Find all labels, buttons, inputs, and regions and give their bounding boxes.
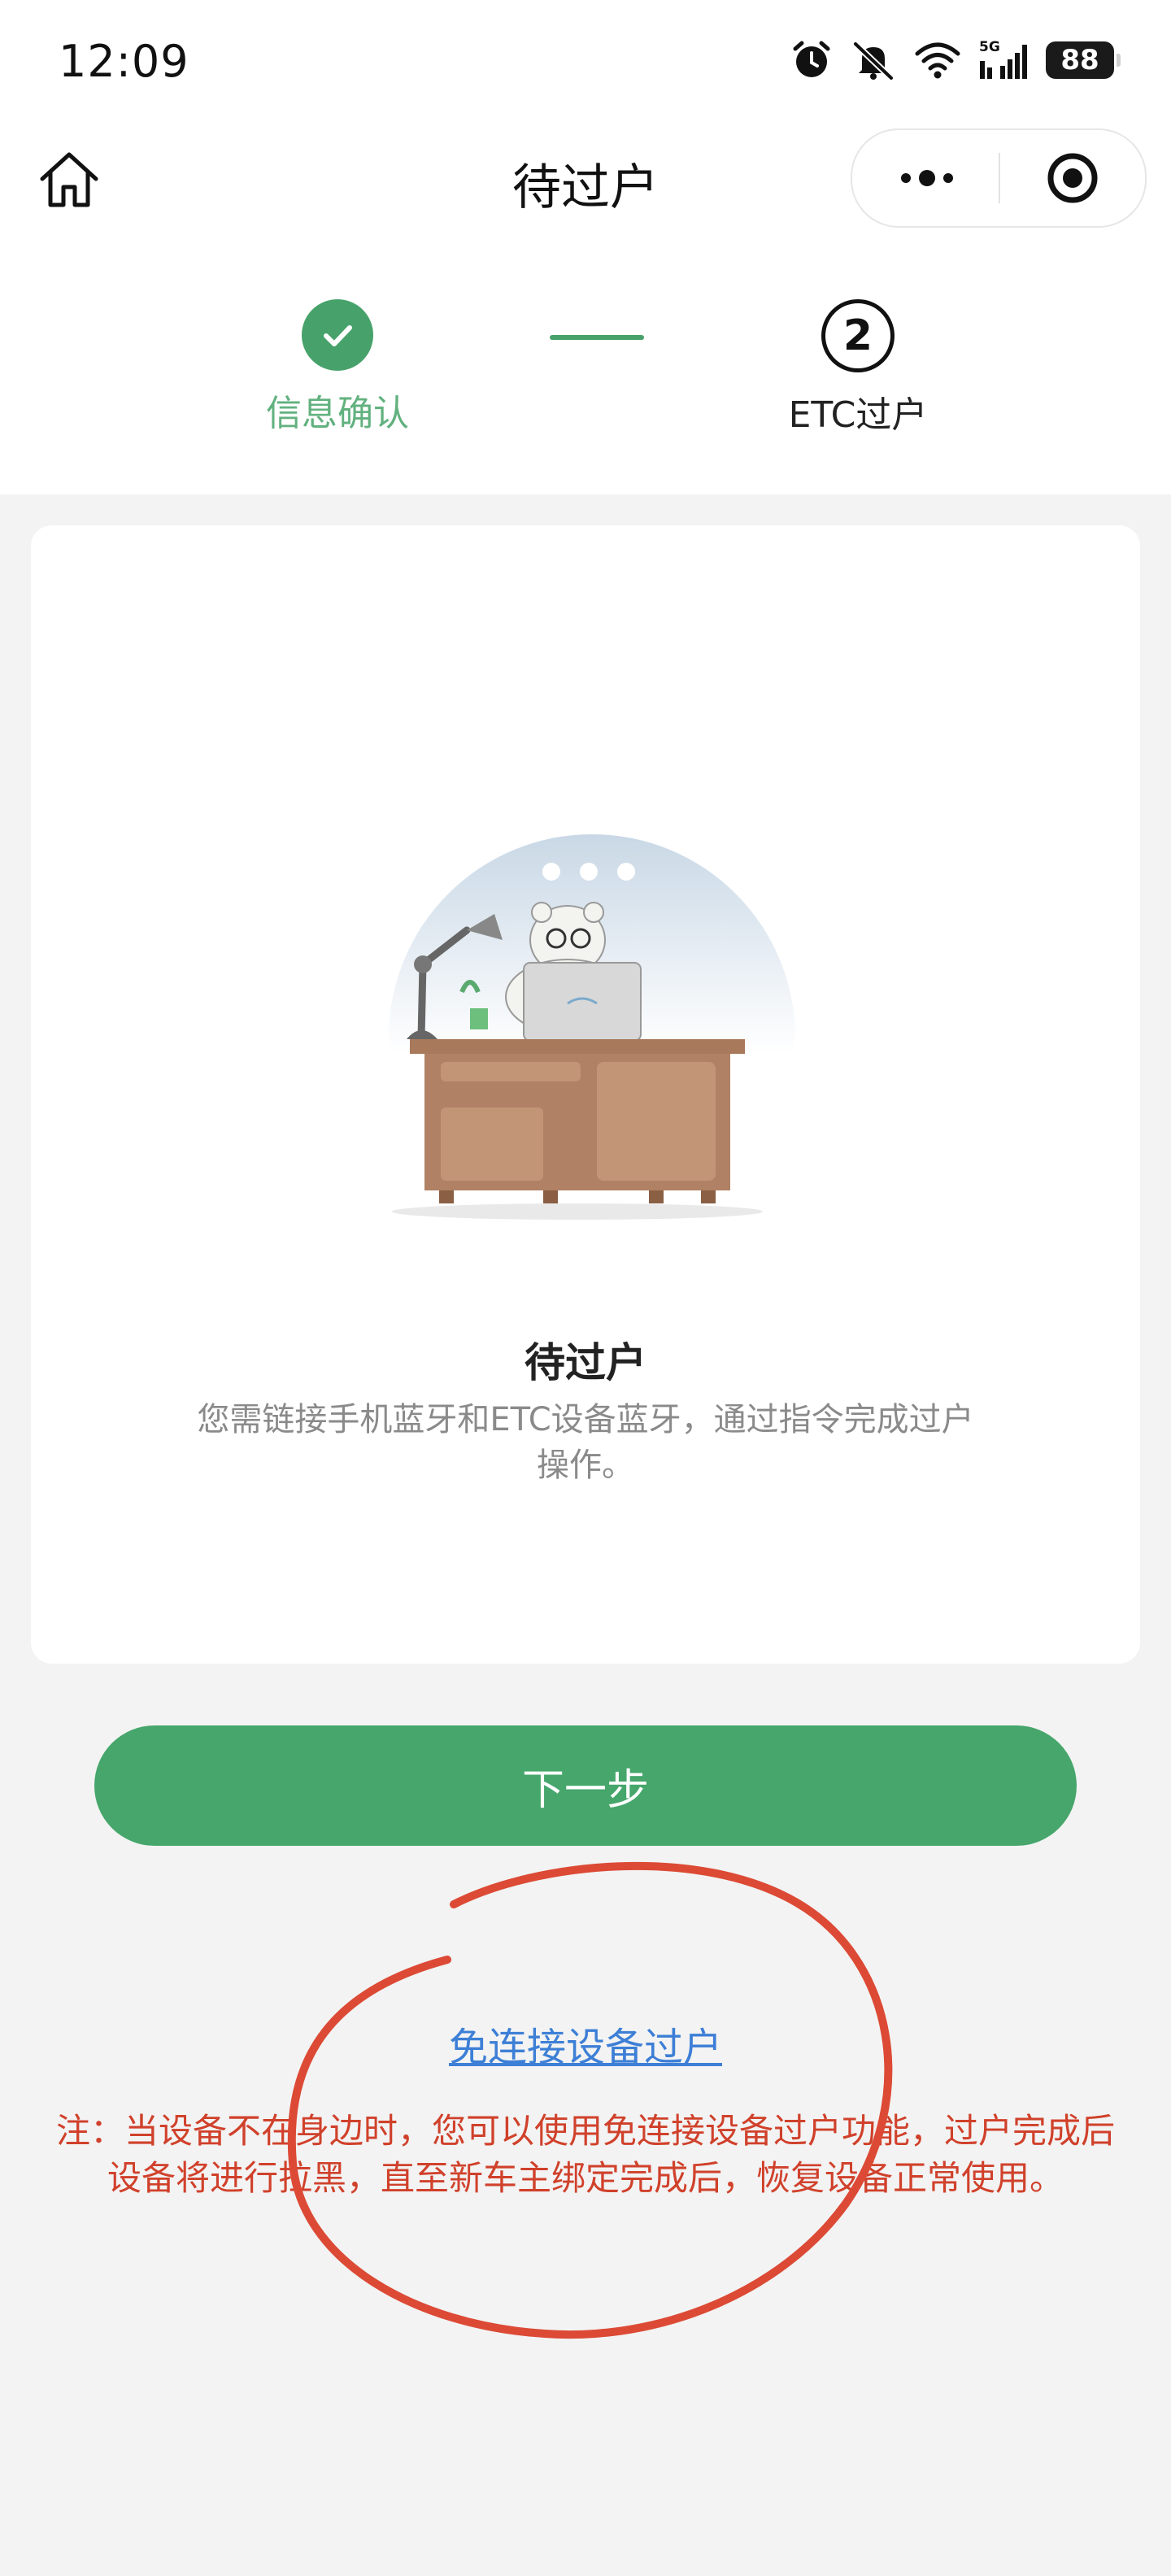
step-etc-transfer: 2 ETC过户 — [756, 299, 960, 437]
mini-program-capsule — [851, 128, 1147, 228]
annotation-circle — [287, 1861, 893, 2339]
step-number: 2 — [821, 299, 895, 372]
alarm-icon — [790, 39, 833, 81]
target-icon — [1047, 153, 1098, 203]
card-title: 待过户 — [525, 1339, 646, 1386]
status-time: 12:09 — [59, 36, 189, 87]
signal-icon: 5G — [979, 40, 1028, 80]
status-card: 待过户 您需链接手机蓝牙和ETC设备蓝牙，通过指令完成过户操作。 — [31, 525, 1140, 1664]
mute-icon — [851, 39, 896, 81]
step-connector — [550, 335, 644, 340]
more-button[interactable] — [886, 150, 968, 207]
connectionless-transfer-link[interactable]: 免连接设备过户 — [0, 2015, 1171, 2072]
more-icon — [901, 170, 953, 186]
step-label: ETC过户 — [788, 394, 928, 436]
status-icons: 5G 88 — [790, 39, 1121, 81]
battery-icon: 88 — [1046, 41, 1121, 79]
step-label: 信息确认 — [266, 393, 409, 434]
next-step-button[interactable]: 下一步 — [94, 1725, 1077, 1846]
wifi-icon — [914, 41, 961, 80]
svg-text:5G: 5G — [979, 40, 1000, 55]
step-info-confirm: 信息确认 — [252, 299, 423, 436]
waiting-illustration — [389, 834, 795, 1220]
capsule-divider — [999, 153, 1000, 203]
card-description: 您需链接手机蓝牙和ETC设备蓝牙，通过指令完成过户操作。 — [197, 1401, 974, 1484]
note-text: 注：当设备不在身边时，您可以使用免连接设备过户功能，过户完成后设备将进行拉黑，直… — [55, 2111, 1115, 2198]
check-icon — [302, 299, 373, 371]
close-button[interactable] — [1036, 150, 1109, 207]
